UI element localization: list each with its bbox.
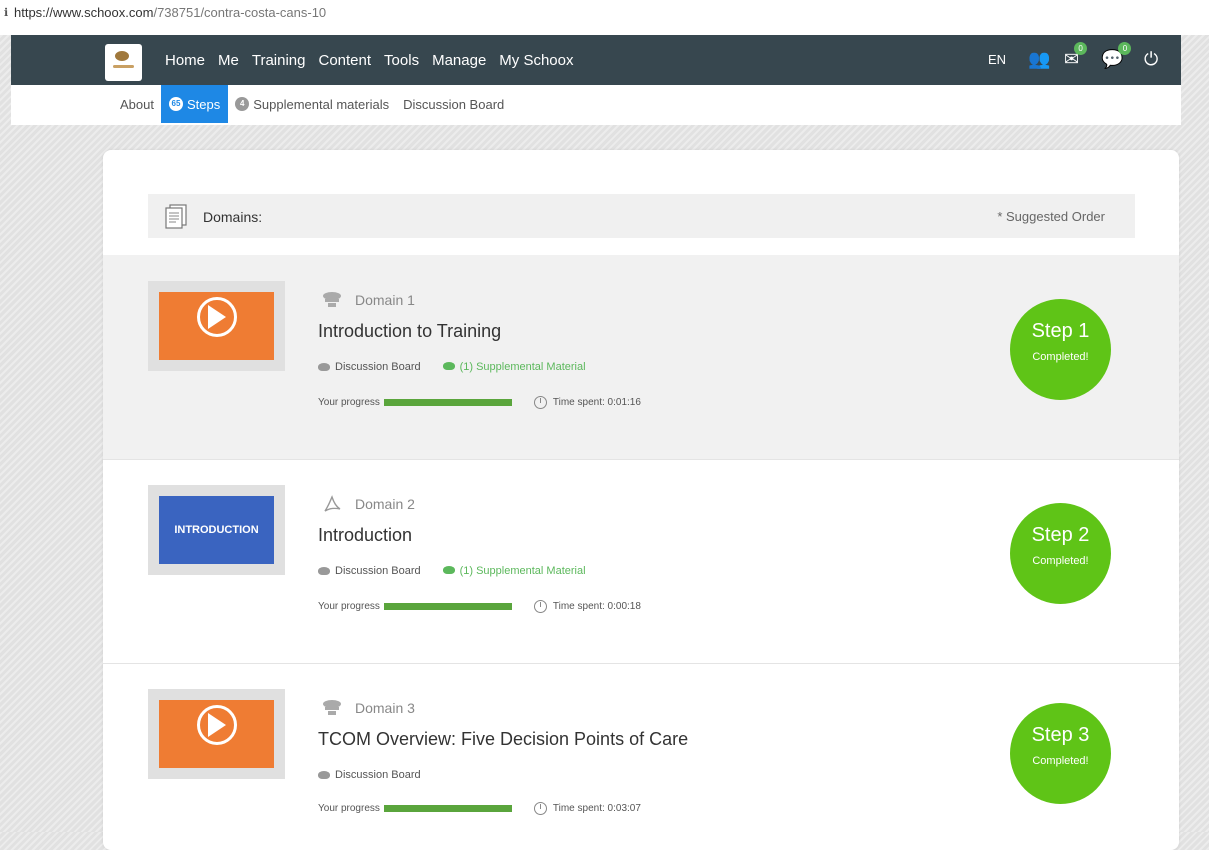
domain-title[interactable]: Introduction to Training [318, 321, 501, 342]
step-status: Completed! [1032, 755, 1089, 767]
domain-row: Domain 1 Introduction to Training Discus… [103, 255, 1179, 460]
domain-thumbnail[interactable] [148, 689, 285, 779]
progress-line: Your progress Time spent: 0:01:16 [318, 396, 641, 409]
progress-bar [383, 399, 512, 406]
discussion-board-link[interactable]: Discussion Board [335, 565, 421, 577]
menu-training[interactable]: Training [252, 52, 306, 69]
progress-label: Your progress [318, 397, 380, 408]
chat-badge: 0 [1118, 42, 1132, 55]
timer-icon [533, 600, 547, 613]
introduction-thumbnail: INTRODUCTION [159, 496, 274, 564]
nav-right: EN 👥 ✉ 0 💬 0 ⏻ [961, 35, 1181, 85]
menu-my-schoox[interactable]: My Schoox [499, 52, 573, 69]
domain-title[interactable]: Introduction [318, 525, 412, 546]
timer-icon [533, 396, 547, 409]
power-icon[interactable]: ⏻ [1144, 49, 1158, 70]
step-status: Completed! [1032, 351, 1089, 363]
tab-supplemental[interactable]: 4 Supplemental materials [228, 85, 396, 123]
discussion-board-link[interactable]: Discussion Board [335, 361, 421, 373]
domain-title[interactable]: TCOM Overview: Five Decision Points of C… [318, 729, 688, 750]
main-menu: Home Me Training Content Tools Manage My… [165, 35, 587, 85]
video-domain-icon [323, 292, 341, 307]
supplemental-icon [442, 566, 455, 574]
progress-bar [383, 603, 512, 610]
tab-steps[interactable]: 65 Steps [160, 85, 229, 123]
domain-label-line: Domain 1 [321, 291, 415, 309]
steps-count-badge: 65 [168, 97, 183, 111]
domain-row: Domain 3 TCOM Overview: Five Decision Po… [103, 663, 1179, 850]
menu-tools[interactable]: Tools [384, 52, 419, 69]
supplemental-icon [442, 362, 455, 370]
video-thumbnail [159, 700, 274, 768]
url-path: /738751/contra-costa-cans-10 [153, 5, 327, 20]
supplemental-count-badge: 4 [235, 97, 250, 111]
logo[interactable] [105, 44, 142, 81]
supplemental-link[interactable]: (1) Supplemental Material [442, 361, 586, 373]
step-number: Step 3 [1031, 724, 1090, 746]
progress-label: Your progress [318, 803, 380, 814]
supplemental-link[interactable]: (1) Supplemental Material [442, 565, 586, 577]
video-domain-icon [323, 700, 341, 715]
domain-number: Domain 1 [355, 292, 415, 308]
address-bar[interactable]: ℹ https://www.schoox.com/738751/contra-c… [0, 0, 1209, 35]
domain-number: Domain 2 [355, 496, 415, 512]
time-spent: Time spent: 0:01:16 [552, 397, 641, 408]
domain-thumbnail[interactable]: INTRODUCTION [148, 485, 285, 575]
domain-thumbnail[interactable] [148, 281, 285, 371]
tab-discussion-board[interactable]: Discussion Board [396, 85, 511, 123]
domain-links: Discussion Board [318, 769, 421, 781]
discussion-icon [318, 363, 330, 371]
supplemental-label: (1) Supplemental Material [459, 565, 586, 577]
mail-icon[interactable]: ✉ 0 [1064, 42, 1088, 70]
top-nav: Home Me Training Content Tools Manage My… [11, 35, 1181, 85]
progress-line: Your progress Time spent: 0:00:18 [318, 600, 641, 613]
discussion-icon [318, 771, 330, 779]
domain-links: Discussion Board (1) Supplemental Materi… [318, 565, 586, 577]
menu-manage[interactable]: Manage [432, 52, 486, 69]
timer-icon [533, 802, 547, 815]
domains-card: Domains: * Suggested Order Domain 1 Intr… [103, 150, 1179, 850]
tab-steps-label: Steps [186, 96, 221, 112]
time-spent: Time spent: 0:03:07 [552, 803, 641, 814]
mail-badge: 0 [1074, 42, 1088, 55]
supplemental-label: (1) Supplemental Material [459, 361, 586, 373]
suggested-order-label: * Suggested Order [997, 209, 1105, 224]
domain-number: Domain 3 [355, 700, 415, 716]
step-badge[interactable]: Step 3 Completed! [1010, 703, 1111, 804]
pdf-icon [324, 495, 341, 512]
language-selector[interactable]: EN [988, 52, 1006, 67]
domain-label-line: Domain 3 [321, 699, 415, 717]
step-badge[interactable]: Step 2 Completed! [1010, 503, 1111, 604]
step-status: Completed! [1032, 555, 1089, 567]
domain-label-line: Domain 2 [321, 495, 415, 513]
progress-label: Your progress [318, 601, 380, 612]
step-number: Step 2 [1031, 524, 1090, 546]
domains-label: Domains: [203, 209, 263, 225]
people-icon[interactable]: 👥 [1028, 49, 1050, 70]
page-info-icon[interactable]: ℹ [4, 6, 8, 19]
domain-links: Discussion Board (1) Supplemental Materi… [318, 361, 586, 373]
time-spent: Time spent: 0:00:18 [552, 601, 641, 612]
tab-about[interactable]: About [113, 85, 161, 123]
progress-bar [383, 805, 512, 812]
progress-line: Your progress Time spent: 0:03:07 [318, 802, 641, 815]
menu-content[interactable]: Content [319, 52, 372, 69]
menu-home[interactable]: Home [165, 52, 205, 69]
domains-header: Domains: * Suggested Order [148, 194, 1135, 238]
chat-icon[interactable]: 💬 0 [1101, 42, 1132, 70]
discussion-icon [318, 567, 330, 575]
menu-me[interactable]: Me [218, 52, 239, 69]
url-host: https://www.schoox.com [14, 5, 154, 20]
domain-row: INTRODUCTION Domain 2 Introduction Discu… [103, 459, 1179, 664]
discussion-board-link[interactable]: Discussion Board [335, 769, 421, 781]
tab-supplemental-label: Supplemental materials [253, 96, 390, 112]
step-badge[interactable]: Step 1 Completed! [1010, 299, 1111, 400]
course-tabs-bar: About 65 Steps 4 Supplemental materials Di… [11, 85, 1181, 125]
url-text[interactable]: https://www.schoox.com/738751/contra-cos… [14, 5, 326, 20]
step-number: Step 1 [1031, 320, 1090, 342]
documents-icon [165, 204, 187, 229]
video-thumbnail [159, 292, 274, 360]
